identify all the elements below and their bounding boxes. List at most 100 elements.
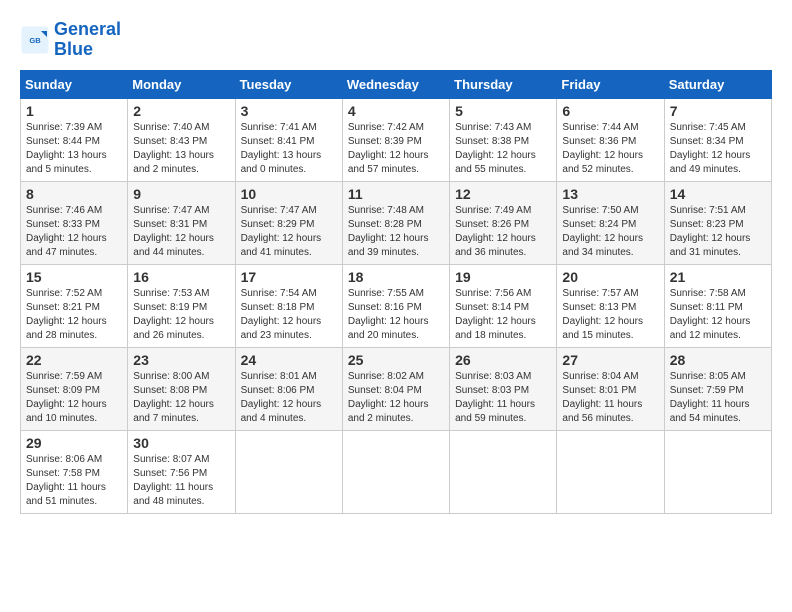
day-info: Sunrise: 8:03 AMSunset: 8:03 PMDaylight:…: [455, 370, 551, 426]
calendar-cell: 30Sunrise: 8:07 AMSunset: 7:56 PMDayligh…: [128, 430, 235, 513]
day-number: 12: [455, 186, 551, 202]
day-info: Sunrise: 7:41 AMSunset: 8:41 PMDaylight:…: [241, 121, 337, 177]
day-number: 23: [133, 352, 229, 368]
day-number: 11: [348, 186, 444, 202]
day-info: Sunrise: 8:00 AMSunset: 8:08 PMDaylight:…: [133, 370, 229, 426]
day-number: 20: [562, 269, 658, 285]
day-info: Sunrise: 7:53 AMSunset: 8:19 PMDaylight:…: [133, 287, 229, 343]
day-number: 4: [348, 103, 444, 119]
day-number: 24: [241, 352, 337, 368]
calendar-header-monday: Monday: [128, 70, 235, 98]
day-info: Sunrise: 7:57 AMSunset: 8:13 PMDaylight:…: [562, 287, 658, 343]
day-number: 1: [26, 103, 122, 119]
day-info: Sunrise: 7:54 AMSunset: 8:18 PMDaylight:…: [241, 287, 337, 343]
page-header: GB General Blue: [20, 20, 772, 60]
calendar-cell: [342, 430, 449, 513]
day-number: 18: [348, 269, 444, 285]
day-number: 10: [241, 186, 337, 202]
calendar-cell: 13Sunrise: 7:50 AMSunset: 8:24 PMDayligh…: [557, 181, 664, 264]
calendar-cell: [557, 430, 664, 513]
day-info: Sunrise: 8:06 AMSunset: 7:58 PMDaylight:…: [26, 453, 122, 509]
calendar-cell: 4 Sunrise: 7:42 AMSunset: 8:39 PMDaylight…: [342, 98, 449, 181]
day-number: 27: [562, 352, 658, 368]
calendar-cell: 8 Sunrise: 7:46 AMSunset: 8:33 PMDaylight…: [21, 181, 128, 264]
day-number: 9: [133, 186, 229, 202]
day-info: Sunrise: 8:01 AMSunset: 8:06 PMDaylight:…: [241, 370, 337, 426]
svg-text:GB: GB: [29, 36, 41, 45]
calendar-header-thursday: Thursday: [450, 70, 557, 98]
day-number: 14: [670, 186, 766, 202]
calendar-header-sunday: Sunday: [21, 70, 128, 98]
day-info: Sunrise: 7:47 AMSunset: 8:31 PMDaylight:…: [133, 204, 229, 260]
calendar-cell: 17Sunrise: 7:54 AMSunset: 8:18 PMDayligh…: [235, 264, 342, 347]
calendar-cell: 2 Sunrise: 7:40 AMSunset: 8:43 PMDaylight…: [128, 98, 235, 181]
calendar-cell: 1 Sunrise: 7:39 AMSunset: 8:44 PMDaylight…: [21, 98, 128, 181]
day-info: Sunrise: 7:48 AMSunset: 8:28 PMDaylight:…: [348, 204, 444, 260]
day-info: Sunrise: 7:44 AMSunset: 8:36 PMDaylight:…: [562, 121, 658, 177]
day-number: 22: [26, 352, 122, 368]
calendar-cell: 15 Sunrise: 7:52 AMSunset: 8:21 PMDayligh…: [21, 264, 128, 347]
calendar-cell: 27 Sunrise: 8:04 AMSunset: 8:01 PMDayligh…: [557, 347, 664, 430]
calendar-header-saturday: Saturday: [664, 70, 771, 98]
calendar-week-5: 29 Sunrise: 8:06 AMSunset: 7:58 PMDayligh…: [21, 430, 772, 513]
day-info: Sunrise: 8:07 AMSunset: 7:56 PMDaylight:…: [133, 453, 229, 509]
calendar-header-wednesday: Wednesday: [342, 70, 449, 98]
calendar-cell: 16Sunrise: 7:53 AMSunset: 8:19 PMDayligh…: [128, 264, 235, 347]
day-info: Sunrise: 7:58 AMSunset: 8:11 PMDaylight:…: [670, 287, 766, 343]
day-info: Sunrise: 7:46 AMSunset: 8:33 PMDaylight:…: [26, 204, 122, 260]
calendar-cell: 12 Sunrise: 7:49 AMSunset: 8:26 PMDayligh…: [450, 181, 557, 264]
day-info: Sunrise: 7:55 AMSunset: 8:16 PMDaylight:…: [348, 287, 444, 343]
logo: GB General Blue: [20, 20, 121, 60]
day-number: 3: [241, 103, 337, 119]
calendar-week-4: 22 Sunrise: 7:59 AMSunset: 8:09 PMDayligh…: [21, 347, 772, 430]
day-number: 5: [455, 103, 551, 119]
calendar-header-friday: Friday: [557, 70, 664, 98]
day-number: 21: [670, 269, 766, 285]
calendar-cell: 24 Sunrise: 8:01 AMSunset: 8:06 PMDayligh…: [235, 347, 342, 430]
day-number: 7: [670, 103, 766, 119]
calendar-table: SundayMondayTuesdayWednesdayThursdayFrid…: [20, 70, 772, 514]
calendar-cell: 10 Sunrise: 7:47 AMSunset: 8:29 PMDayligh…: [235, 181, 342, 264]
day-info: Sunrise: 7:43 AMSunset: 8:38 PMDaylight:…: [455, 121, 551, 177]
day-info: Sunrise: 7:56 AMSunset: 8:14 PMDaylight:…: [455, 287, 551, 343]
calendar-cell: 5 Sunrise: 7:43 AMSunset: 8:38 PMDaylight…: [450, 98, 557, 181]
calendar-cell: 7 Sunrise: 7:45 AMSunset: 8:34 PMDaylight…: [664, 98, 771, 181]
calendar-cell: 29 Sunrise: 8:06 AMSunset: 7:58 PMDayligh…: [21, 430, 128, 513]
day-info: Sunrise: 7:52 AMSunset: 8:21 PMDaylight:…: [26, 287, 122, 343]
calendar-cell: 9 Sunrise: 7:47 AMSunset: 8:31 PMDaylight…: [128, 181, 235, 264]
calendar-cell: 3 Sunrise: 7:41 AMSunset: 8:41 PMDaylight…: [235, 98, 342, 181]
day-number: 8: [26, 186, 122, 202]
day-info: Sunrise: 7:49 AMSunset: 8:26 PMDaylight:…: [455, 204, 551, 260]
day-number: 15: [26, 269, 122, 285]
calendar-cell: 23 Sunrise: 8:00 AMSunset: 8:08 PMDayligh…: [128, 347, 235, 430]
calendar-cell: 28Sunrise: 8:05 AMSunset: 7:59 PMDayligh…: [664, 347, 771, 430]
calendar-cell: 20 Sunrise: 7:57 AMSunset: 8:13 PMDayligh…: [557, 264, 664, 347]
logo-icon: GB: [20, 25, 50, 55]
day-info: Sunrise: 7:39 AMSunset: 8:44 PMDaylight:…: [26, 121, 122, 177]
calendar-week-2: 8 Sunrise: 7:46 AMSunset: 8:33 PMDaylight…: [21, 181, 772, 264]
calendar-cell: 22 Sunrise: 7:59 AMSunset: 8:09 PMDayligh…: [21, 347, 128, 430]
calendar-week-3: 15 Sunrise: 7:52 AMSunset: 8:21 PMDayligh…: [21, 264, 772, 347]
calendar-cell: 18 Sunrise: 7:55 AMSunset: 8:16 PMDayligh…: [342, 264, 449, 347]
day-info: Sunrise: 8:02 AMSunset: 8:04 PMDaylight:…: [348, 370, 444, 426]
day-info: Sunrise: 7:59 AMSunset: 8:09 PMDaylight:…: [26, 370, 122, 426]
calendar-cell: [664, 430, 771, 513]
calendar-cell: 14 Sunrise: 7:51 AMSunset: 8:23 PMDayligh…: [664, 181, 771, 264]
day-info: Sunrise: 7:45 AMSunset: 8:34 PMDaylight:…: [670, 121, 766, 177]
day-info: Sunrise: 7:51 AMSunset: 8:23 PMDaylight:…: [670, 204, 766, 260]
calendar-cell: 19Sunrise: 7:56 AMSunset: 8:14 PMDayligh…: [450, 264, 557, 347]
calendar-cell: 25Sunrise: 8:02 AMSunset: 8:04 PMDayligh…: [342, 347, 449, 430]
day-info: Sunrise: 7:40 AMSunset: 8:43 PMDaylight:…: [133, 121, 229, 177]
calendar-body: 1 Sunrise: 7:39 AMSunset: 8:44 PMDaylight…: [21, 98, 772, 513]
calendar-cell: 6 Sunrise: 7:44 AMSunset: 8:36 PMDaylight…: [557, 98, 664, 181]
day-number: 29: [26, 435, 122, 451]
day-info: Sunrise: 8:04 AMSunset: 8:01 PMDaylight:…: [562, 370, 658, 426]
calendar-cell: 26Sunrise: 8:03 AMSunset: 8:03 PMDayligh…: [450, 347, 557, 430]
day-info: Sunrise: 8:05 AMSunset: 7:59 PMDaylight:…: [670, 370, 766, 426]
calendar-cell: [235, 430, 342, 513]
calendar-cell: 21 Sunrise: 7:58 AMSunset: 8:11 PMDayligh…: [664, 264, 771, 347]
day-number: 2: [133, 103, 229, 119]
day-number: 6: [562, 103, 658, 119]
day-info: Sunrise: 7:47 AMSunset: 8:29 PMDaylight:…: [241, 204, 337, 260]
day-info: Sunrise: 7:42 AMSunset: 8:39 PMDaylight:…: [348, 121, 444, 177]
